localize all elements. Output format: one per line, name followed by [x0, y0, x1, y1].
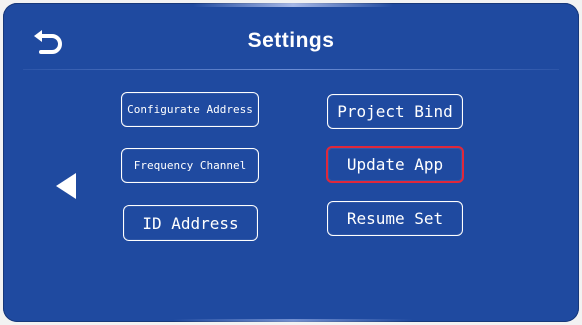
frequency-channel-label: Frequency Channel [133, 159, 247, 172]
bottom-edge-highlight [173, 319, 413, 322]
id-address-label: ID Address [142, 213, 239, 233]
project-bind-label: Project Bind [337, 102, 453, 121]
header-divider [23, 69, 559, 70]
id-address-button[interactable]: ID Address [123, 205, 258, 241]
update-app-label: Update App [346, 155, 444, 174]
settings-screen: Settings Configurate Address Frequency C… [3, 3, 579, 322]
frequency-channel-button[interactable]: Frequency Channel [121, 148, 259, 183]
configurate-address-button[interactable]: Configurate Address [121, 92, 259, 127]
update-app-button[interactable]: Update App [326, 146, 464, 183]
resume-set-label: Resume Set [346, 209, 444, 228]
page-title: Settings [247, 29, 335, 52]
resume-set-button[interactable]: Resume Set [327, 201, 463, 236]
configurate-address-label: Configurate Address [127, 103, 253, 116]
project-bind-button[interactable]: Project Bind [327, 94, 463, 129]
previous-page-button[interactable] [54, 171, 78, 201]
header-bar: Settings [3, 3, 579, 71]
left-arrow-icon [56, 173, 76, 199]
